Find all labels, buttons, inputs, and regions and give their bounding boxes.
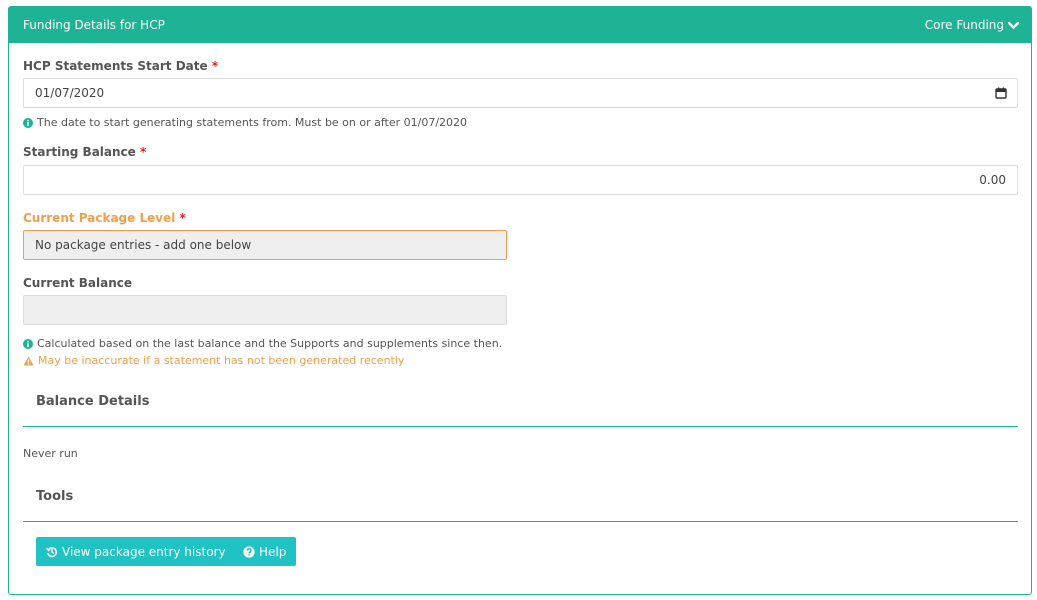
core-funding-toggle[interactable]: Core Funding <box>925 18 1019 32</box>
starting-balance-value: 0.00 <box>979 173 1006 187</box>
starting-balance-input[interactable]: 0.00 <box>23 165 1018 195</box>
package-level-field: No package entries - add one below <box>23 230 507 260</box>
package-level-value: No package entries - add one below <box>35 238 252 252</box>
tools-button-row: View package entry history Help <box>36 537 636 567</box>
current-balance-field <box>23 295 507 325</box>
required-marker: * <box>211 59 219 73</box>
view-package-history-button[interactable]: View package entry history <box>36 537 236 566</box>
chevron-down-icon <box>1008 21 1019 29</box>
tools-divider <box>23 521 1018 522</box>
start-date-label: HCP Statements Start Date * <box>23 59 219 73</box>
funding-details-panel: Funding Details for HCP Core Funding HCP… <box>8 6 1032 595</box>
current-balance-label: Current Balance <box>23 276 133 290</box>
start-date-help: The date to start generating statements … <box>23 116 467 129</box>
calendar-icon[interactable] <box>995 87 1007 99</box>
balance-details-title: Balance Details <box>36 394 150 409</box>
help-button[interactable]: Help <box>233 537 297 566</box>
balance-details-divider <box>23 426 1018 427</box>
info-icon <box>23 338 33 349</box>
required-marker: * <box>179 211 186 225</box>
start-date-input[interactable]: 01/07/2020 <box>23 78 1018 108</box>
panel-header: Funding Details for HCP Core Funding <box>9 7 1031 43</box>
balance-details-status: Never run <box>23 447 78 460</box>
warning-icon <box>23 356 34 365</box>
question-circle-icon <box>243 545 255 558</box>
history-icon <box>46 546 58 557</box>
info-icon <box>23 117 33 128</box>
package-level-label: Current Package Level * <box>23 211 186 225</box>
core-funding-label: Core Funding <box>924 18 1004 32</box>
starting-balance-label: Starting Balance * <box>23 145 147 159</box>
required-marker: * <box>140 145 147 159</box>
start-date-value: 01/07/2020 <box>35 86 105 100</box>
tools-title: Tools <box>36 489 74 504</box>
current-balance-help: Calculated based on the last balance and… <box>23 337 502 350</box>
current-balance-warning: May be inaccurate if a statement has not… <box>23 354 404 367</box>
panel-title: Funding Details for HCP <box>23 18 165 32</box>
